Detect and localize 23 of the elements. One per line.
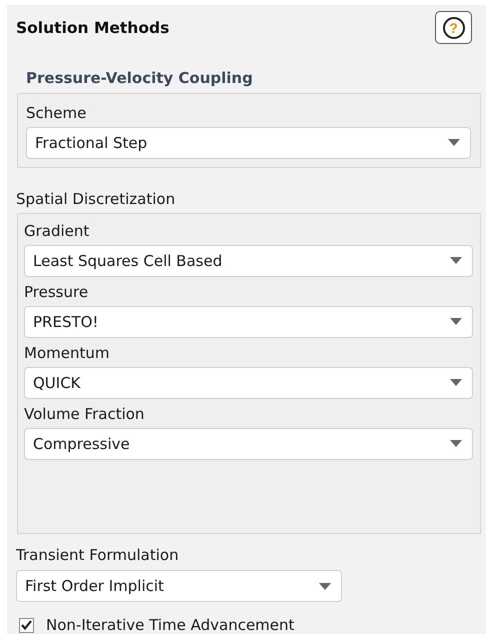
dropdown[interactable]: Least Squares Cell Based [24, 244, 473, 277]
field-label: Scheme [26, 104, 88, 122]
field-label: Volume Fraction [24, 404, 146, 423]
dropdown[interactable]: QUICK [24, 366, 473, 399]
panel-title: Solution Methods [16, 18, 170, 37]
dropdown[interactable]: PRESTO! [24, 306, 473, 338]
dropdown[interactable]: First Order Implicit [16, 570, 342, 602]
caret-icon [450, 257, 462, 264]
section-label: Spatial Discretization [16, 190, 176, 208]
checkbox[interactable] [19, 618, 34, 632]
field-label: Momentum [24, 344, 110, 362]
caret-icon [448, 139, 460, 146]
caret-icon [450, 440, 462, 448]
caret-icon [319, 582, 331, 590]
field-label: Gradient [24, 222, 90, 240]
section-title: Pressure-Velocity Coupling [26, 68, 254, 87]
caret-icon [450, 379, 462, 386]
field-label: Pressure [24, 282, 90, 301]
caret-icon [450, 318, 462, 326]
checkbox-label: Non-Iterative Time Advancement [46, 616, 294, 634]
dropdown[interactable]: Compressive [24, 428, 473, 460]
field-label: Transient Formulation [16, 546, 180, 564]
dropdown[interactable]: Fractional Step [26, 126, 471, 159]
